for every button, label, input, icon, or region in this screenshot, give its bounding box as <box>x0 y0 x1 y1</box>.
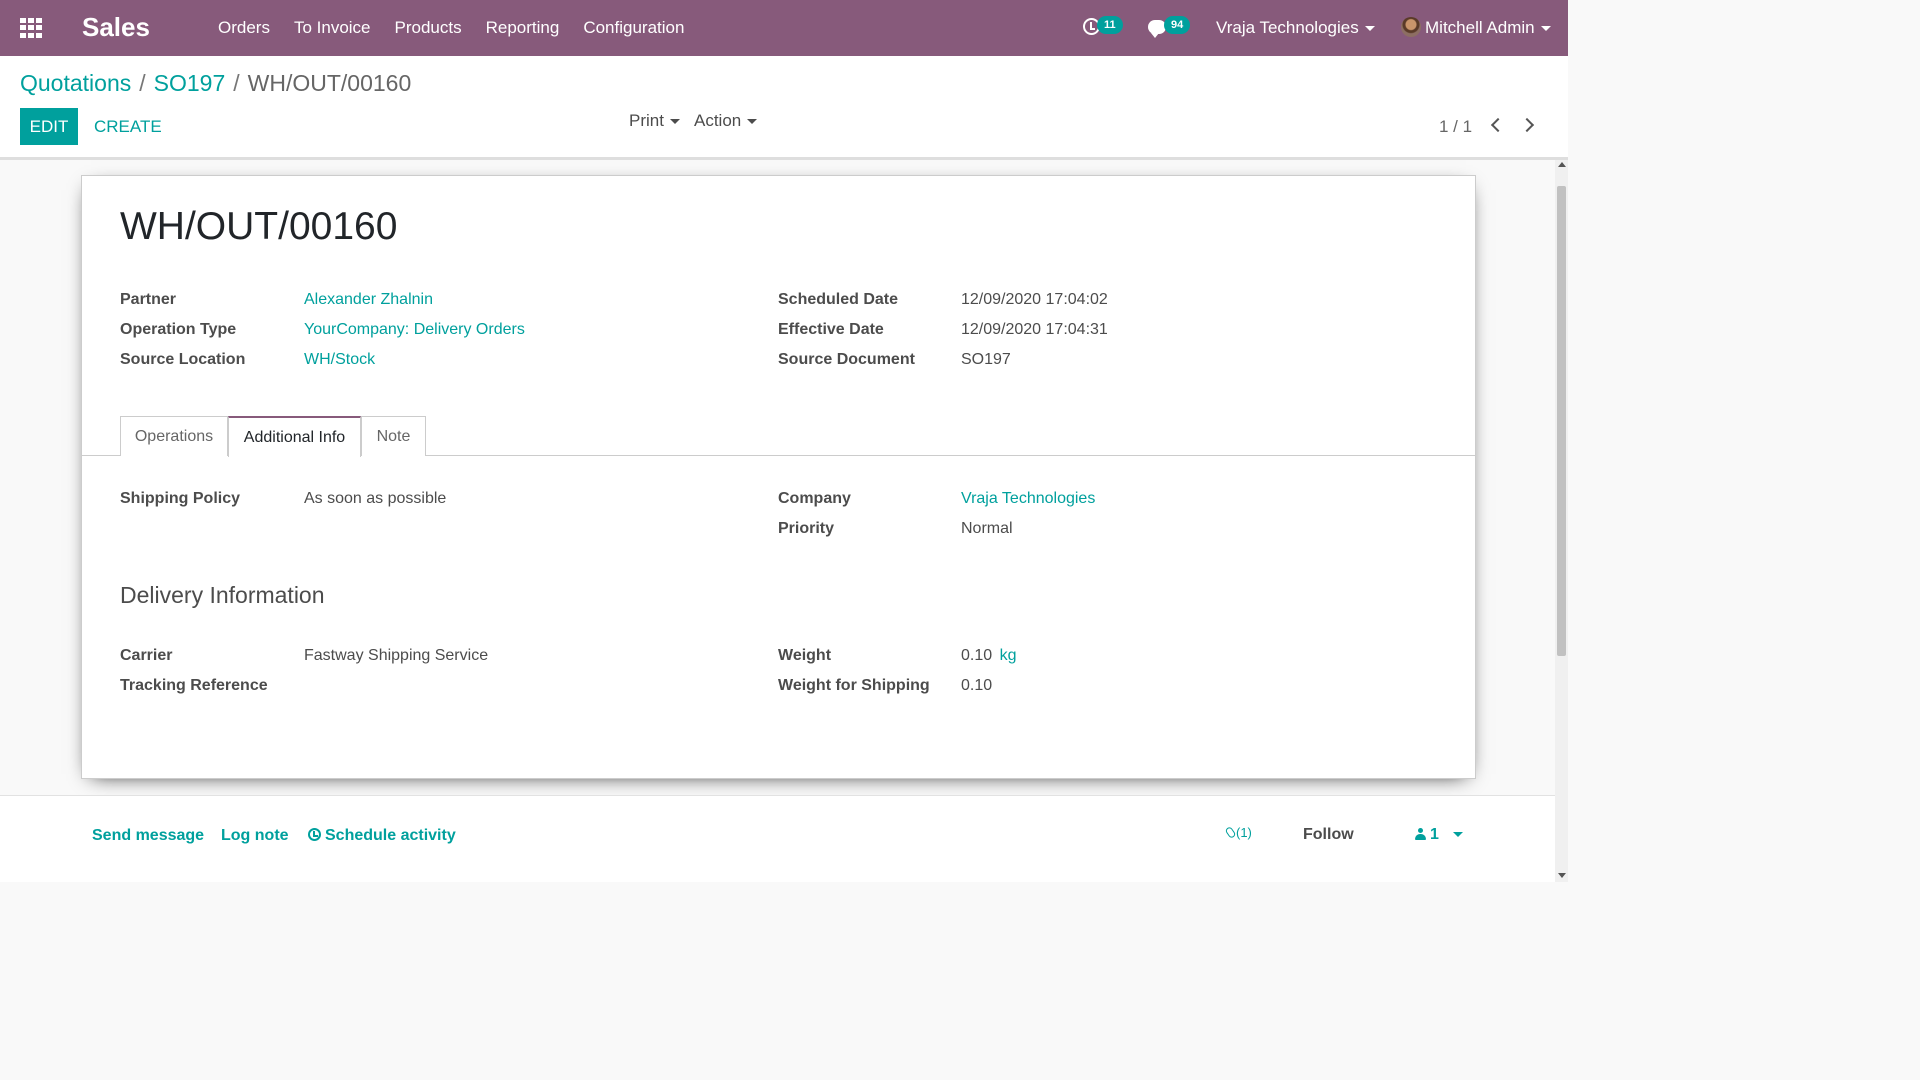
followers-count: 1 <box>1430 826 1439 843</box>
action-dropdown[interactable]: Action <box>694 111 758 131</box>
scroll-thumb[interactable] <box>1557 186 1566 656</box>
schedule-activity-button[interactable]: Schedule activity <box>308 827 456 845</box>
action-label: Action <box>694 111 742 130</box>
weight-unit[interactable]: kg <box>1000 647 1017 664</box>
company-switcher[interactable]: Vraja Technologies <box>1216 18 1375 38</box>
effective-date-value: 12/09/2020 17:04:31 <box>961 321 1108 338</box>
chatter: Send message Log note Schedule activity … <box>0 795 1555 882</box>
company-label: Company <box>778 490 851 507</box>
print-label: Print <box>629 111 664 130</box>
menu-configuration[interactable]: Configuration <box>583 18 684 38</box>
pager-value[interactable]: 1 / 1 <box>1439 117 1472 137</box>
company-value[interactable]: Vraja Technologies <box>961 490 1095 508</box>
create-button[interactable]: CREATE <box>94 117 162 137</box>
weight-for-shipping-value: 0.10 <box>961 677 993 694</box>
user-menu[interactable]: Mitchell Admin <box>1425 18 1551 38</box>
weight-label: Weight <box>778 647 832 664</box>
source-location-value[interactable]: WH/Stock <box>304 351 375 369</box>
caret-down-icon <box>1452 832 1463 838</box>
operation-type-label: Operation Type <box>120 321 237 338</box>
chevron-left-icon[interactable] <box>1490 117 1506 133</box>
paperclip-icon <box>1224 825 1237 840</box>
weight-value: 0.10 kg <box>961 647 1017 665</box>
record-title: WH/OUT/00160 <box>120 205 398 248</box>
scheduled-date-label: Scheduled Date <box>778 291 899 308</box>
source-location-label: Source Location <box>120 351 246 368</box>
print-dropdown[interactable]: Print <box>629 111 680 131</box>
company-name: Vraja Technologies <box>1216 18 1359 37</box>
tab-additional-info[interactable]: Additional Info <box>228 416 361 457</box>
breadcrumb-order[interactable]: SO197 <box>154 70 226 96</box>
activity-count-badge: 11 <box>1097 16 1123 34</box>
carrier-value: Fastway Shipping Service <box>304 647 489 664</box>
priority-label: Priority <box>778 520 835 537</box>
weight-number: 0.10 <box>961 647 993 664</box>
source-document-label: Source Document <box>778 351 915 368</box>
caret-down-icon <box>1540 26 1551 32</box>
menu-orders[interactable]: Orders <box>218 18 270 38</box>
breadcrumb-current: WH/OUT/00160 <box>247 70 412 96</box>
breadcrumb: Quotations / SO197 / WH/OUT/00160 <box>20 70 411 97</box>
edit-button[interactable]: EDIT <box>20 108 78 145</box>
operation-type-value[interactable]: YourCompany: Delivery Orders <box>304 321 525 339</box>
delivery-information-title: Delivery Information <box>120 582 325 608</box>
scroll-up-icon[interactable] <box>1558 162 1566 167</box>
caret-down-icon <box>747 119 758 125</box>
follow-button[interactable]: Follow <box>1303 826 1354 844</box>
tab-note[interactable]: Note <box>361 416 426 456</box>
shipping-policy-label: Shipping Policy <box>120 490 241 507</box>
priority-value: Normal <box>961 520 1013 537</box>
effective-date-label: Effective Date <box>778 321 884 338</box>
send-message-button[interactable]: Send message <box>92 827 204 845</box>
log-note-button[interactable]: Log note <box>221 827 289 845</box>
user-name: Mitchell Admin <box>1425 18 1535 37</box>
breadcrumb-quotations[interactable]: Quotations <box>20 70 131 96</box>
notebook-tabs: Operations Additional Info Note <box>82 416 1475 457</box>
carrier-label: Carrier <box>120 647 173 664</box>
avatar[interactable] <box>1401 17 1421 37</box>
breadcrumb-separator: / <box>233 70 240 96</box>
attachments-count: (1) <box>1236 825 1252 840</box>
source-document-value: SO197 <box>961 351 1011 368</box>
app-name[interactable]: Sales <box>82 12 150 43</box>
scrollbar[interactable] <box>1555 160 1568 882</box>
user-icon <box>1415 828 1426 840</box>
partner-value[interactable]: Alexander Zhalnin <box>304 291 433 309</box>
scroll-down-icon[interactable] <box>1558 873 1566 878</box>
caret-down-icon <box>669 119 680 125</box>
messages-count-badge: 94 <box>1164 16 1191 34</box>
weight-for-shipping-label: Weight for Shipping <box>778 677 930 694</box>
schedule-activity-label: Schedule activity <box>325 827 456 844</box>
menu-products[interactable]: Products <box>395 18 462 38</box>
control-panel: Quotations / SO197 / WH/OUT/00160 EDIT CREAT… <box>0 56 1568 160</box>
tracking-reference-label: Tracking Reference <box>120 677 268 694</box>
attachments-button[interactable]: (1) <box>1224 825 1252 840</box>
breadcrumb-separator: / <box>139 70 146 96</box>
menu-to-invoice[interactable]: To Invoice <box>294 18 371 38</box>
top-navbar: Sales Orders To Invoice Products Reporti… <box>0 0 1568 56</box>
clock-icon <box>308 828 321 841</box>
followers-button[interactable]: 1 <box>1415 826 1463 844</box>
shipping-policy-value: As soon as possible <box>304 490 447 507</box>
scheduled-date-value: 12/09/2020 17:04:02 <box>961 291 1108 308</box>
menu-reporting[interactable]: Reporting <box>486 18 560 38</box>
partner-label: Partner <box>120 291 177 308</box>
apps-menu-icon[interactable] <box>20 18 42 38</box>
tab-operations[interactable]: Operations <box>120 416 228 456</box>
caret-down-icon <box>1364 26 1375 32</box>
main-menu: Orders To Invoice Products Reporting Con… <box>218 18 684 38</box>
chevron-right-icon[interactable] <box>1519 117 1535 133</box>
